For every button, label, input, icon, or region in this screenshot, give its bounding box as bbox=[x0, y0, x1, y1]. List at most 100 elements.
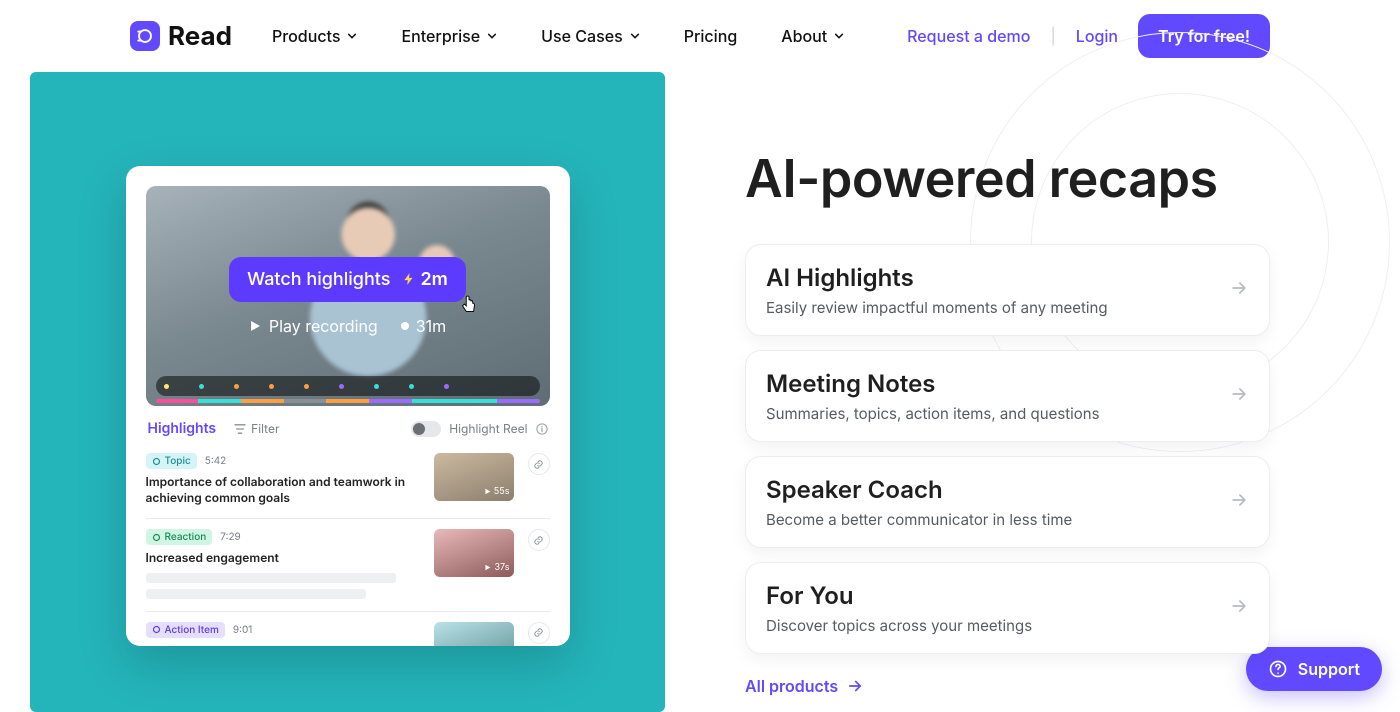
timeline-segments bbox=[156, 399, 540, 403]
chevron-down-icon bbox=[487, 31, 497, 41]
highlight-time: 9:01 bbox=[233, 624, 252, 636]
highlight-reel-toggle[interactable] bbox=[411, 421, 441, 437]
hero-right: AI-powered recaps AI Highlights Easily r… bbox=[745, 72, 1270, 712]
highlights-header: Highlights Filter Highlight Reel bbox=[146, 406, 550, 443]
nav-label: Products bbox=[272, 26, 340, 46]
cursor-icon bbox=[458, 294, 480, 316]
highlight-item[interactable]: Action Item 9:01 bbox=[146, 612, 550, 646]
timeline-dot bbox=[444, 384, 449, 389]
timeline-segment bbox=[412, 399, 455, 403]
dot-icon bbox=[400, 321, 410, 331]
highlights-tab[interactable]: Highlights bbox=[148, 420, 217, 437]
timeline-dot bbox=[374, 384, 379, 389]
timeline-segment bbox=[497, 399, 540, 403]
highlight-reel-label: Highlight Reel bbox=[449, 421, 527, 436]
timeline-dot bbox=[164, 384, 169, 389]
arrow-right-icon bbox=[1229, 596, 1249, 620]
video-secondary-row: Play recording 31m bbox=[249, 316, 446, 336]
timeline-segment bbox=[454, 399, 497, 403]
nav-about[interactable]: About bbox=[781, 26, 844, 46]
nav-label: Enterprise bbox=[401, 26, 480, 46]
watch-highlights-button[interactable]: Watch highlights 2m bbox=[229, 257, 466, 302]
play-recording-button[interactable]: Play recording bbox=[249, 316, 378, 336]
brand-icon bbox=[130, 21, 160, 51]
info-icon[interactable] bbox=[536, 423, 548, 435]
timeline-segment bbox=[284, 399, 327, 403]
nav-label: Pricing bbox=[684, 26, 738, 46]
brand-logo[interactable]: Read bbox=[130, 21, 232, 52]
card-ai-highlights[interactable]: AI Highlights Easily review impactful mo… bbox=[745, 244, 1270, 336]
card-desc: Easily review impactful moments of any m… bbox=[766, 298, 1209, 317]
video-timeline[interactable] bbox=[156, 376, 540, 396]
arrow-right-icon bbox=[1229, 278, 1249, 302]
timeline-dot bbox=[234, 384, 239, 389]
nav-products[interactable]: Products bbox=[272, 26, 357, 46]
highlight-item[interactable]: Reaction7:29Increased engagement37s bbox=[146, 519, 550, 611]
highlight-item[interactable]: Topic5:42Importance of collaboration and… bbox=[146, 443, 550, 519]
card-desc: Become a better communicator in less tim… bbox=[766, 510, 1209, 529]
feature-cards: AI Highlights Easily review impactful mo… bbox=[745, 244, 1270, 654]
arrow-right-icon bbox=[1229, 490, 1249, 514]
copy-link-icon[interactable] bbox=[528, 622, 550, 644]
highlight-tag: Reaction bbox=[146, 529, 213, 545]
recording-duration: 31m bbox=[400, 316, 446, 336]
highlight-text: Importance of collaboration and teamwork… bbox=[146, 474, 406, 506]
card-meeting-notes[interactable]: Meeting Notes Summaries, topics, action … bbox=[745, 350, 1270, 442]
hero-headline: AI-powered recaps bbox=[745, 147, 1270, 210]
highlight-text: Increased engagement bbox=[146, 550, 406, 566]
nav-use-cases[interactable]: Use Cases bbox=[541, 26, 640, 46]
card-desc: Discover topics across your meetings bbox=[766, 616, 1209, 635]
chevron-down-icon bbox=[347, 31, 357, 41]
timeline-segment bbox=[241, 399, 284, 403]
highlight-tag: Action Item bbox=[146, 622, 225, 638]
timeline-segment bbox=[326, 399, 369, 403]
help-icon bbox=[1268, 659, 1288, 679]
highlight-tag: Topic bbox=[146, 453, 197, 469]
highlights-list: Topic5:42Importance of collaboration and… bbox=[146, 443, 550, 646]
card-speaker-coach[interactable]: Speaker Coach Become a better communicat… bbox=[745, 456, 1270, 548]
card-desc: Summaries, topics, action items, and que… bbox=[766, 404, 1209, 423]
nav-label: About bbox=[781, 26, 827, 46]
watch-highlights-label: Watch highlights bbox=[247, 269, 390, 290]
play-recording-label: Play recording bbox=[269, 316, 378, 336]
nav-divider: | bbox=[1050, 26, 1055, 46]
timeline-segment bbox=[369, 399, 412, 403]
timeline-dot bbox=[199, 384, 204, 389]
timeline-dot bbox=[304, 384, 309, 389]
brand-name: Read bbox=[168, 21, 232, 52]
video-overlay: Watch highlights 2m Play recording bbox=[146, 186, 550, 406]
highlight-thumbnail[interactable]: 37s bbox=[434, 529, 514, 577]
player-card: Watch highlights 2m Play recording bbox=[126, 166, 570, 646]
card-title: Speaker Coach bbox=[766, 475, 1209, 504]
nav-enterprise[interactable]: Enterprise bbox=[401, 26, 497, 46]
filter-button[interactable]: Filter bbox=[234, 421, 279, 436]
tag-icon bbox=[152, 457, 161, 466]
timeline-dot bbox=[339, 384, 344, 389]
main-content: Watch highlights 2m Play recording bbox=[0, 72, 1400, 712]
tag-icon bbox=[152, 533, 161, 542]
nav-label: Use Cases bbox=[541, 26, 623, 46]
nav-pricing[interactable]: Pricing bbox=[684, 26, 738, 46]
arrow-right-icon bbox=[1229, 384, 1249, 408]
timeline-segment bbox=[198, 399, 241, 403]
support-label: Support bbox=[1298, 659, 1360, 679]
bolt-icon bbox=[402, 272, 416, 286]
arrow-right-icon bbox=[846, 677, 864, 695]
timeline-dot bbox=[269, 384, 274, 389]
copy-link-icon[interactable] bbox=[528, 529, 550, 551]
request-demo-link[interactable]: Request a demo bbox=[907, 26, 1030, 46]
highlight-thumbnail[interactable]: 55s bbox=[434, 453, 514, 501]
hero-visual: Watch highlights 2m Play recording bbox=[30, 72, 665, 712]
card-for-you[interactable]: For You Discover topics across your meet… bbox=[745, 562, 1270, 654]
highlight-thumbnail[interactable] bbox=[434, 622, 514, 646]
timeline-dot bbox=[409, 384, 414, 389]
chevron-down-icon bbox=[834, 31, 844, 41]
filter-icon bbox=[234, 424, 246, 434]
copy-link-icon[interactable] bbox=[528, 453, 550, 475]
tag-icon bbox=[152, 625, 161, 634]
card-title: For You bbox=[766, 581, 1209, 610]
card-title: Meeting Notes bbox=[766, 369, 1209, 398]
nav-menu: Products Enterprise Use Cases Pricing Ab… bbox=[272, 26, 844, 46]
chevron-down-icon bbox=[630, 31, 640, 41]
all-products-link[interactable]: All products bbox=[745, 676, 1270, 696]
